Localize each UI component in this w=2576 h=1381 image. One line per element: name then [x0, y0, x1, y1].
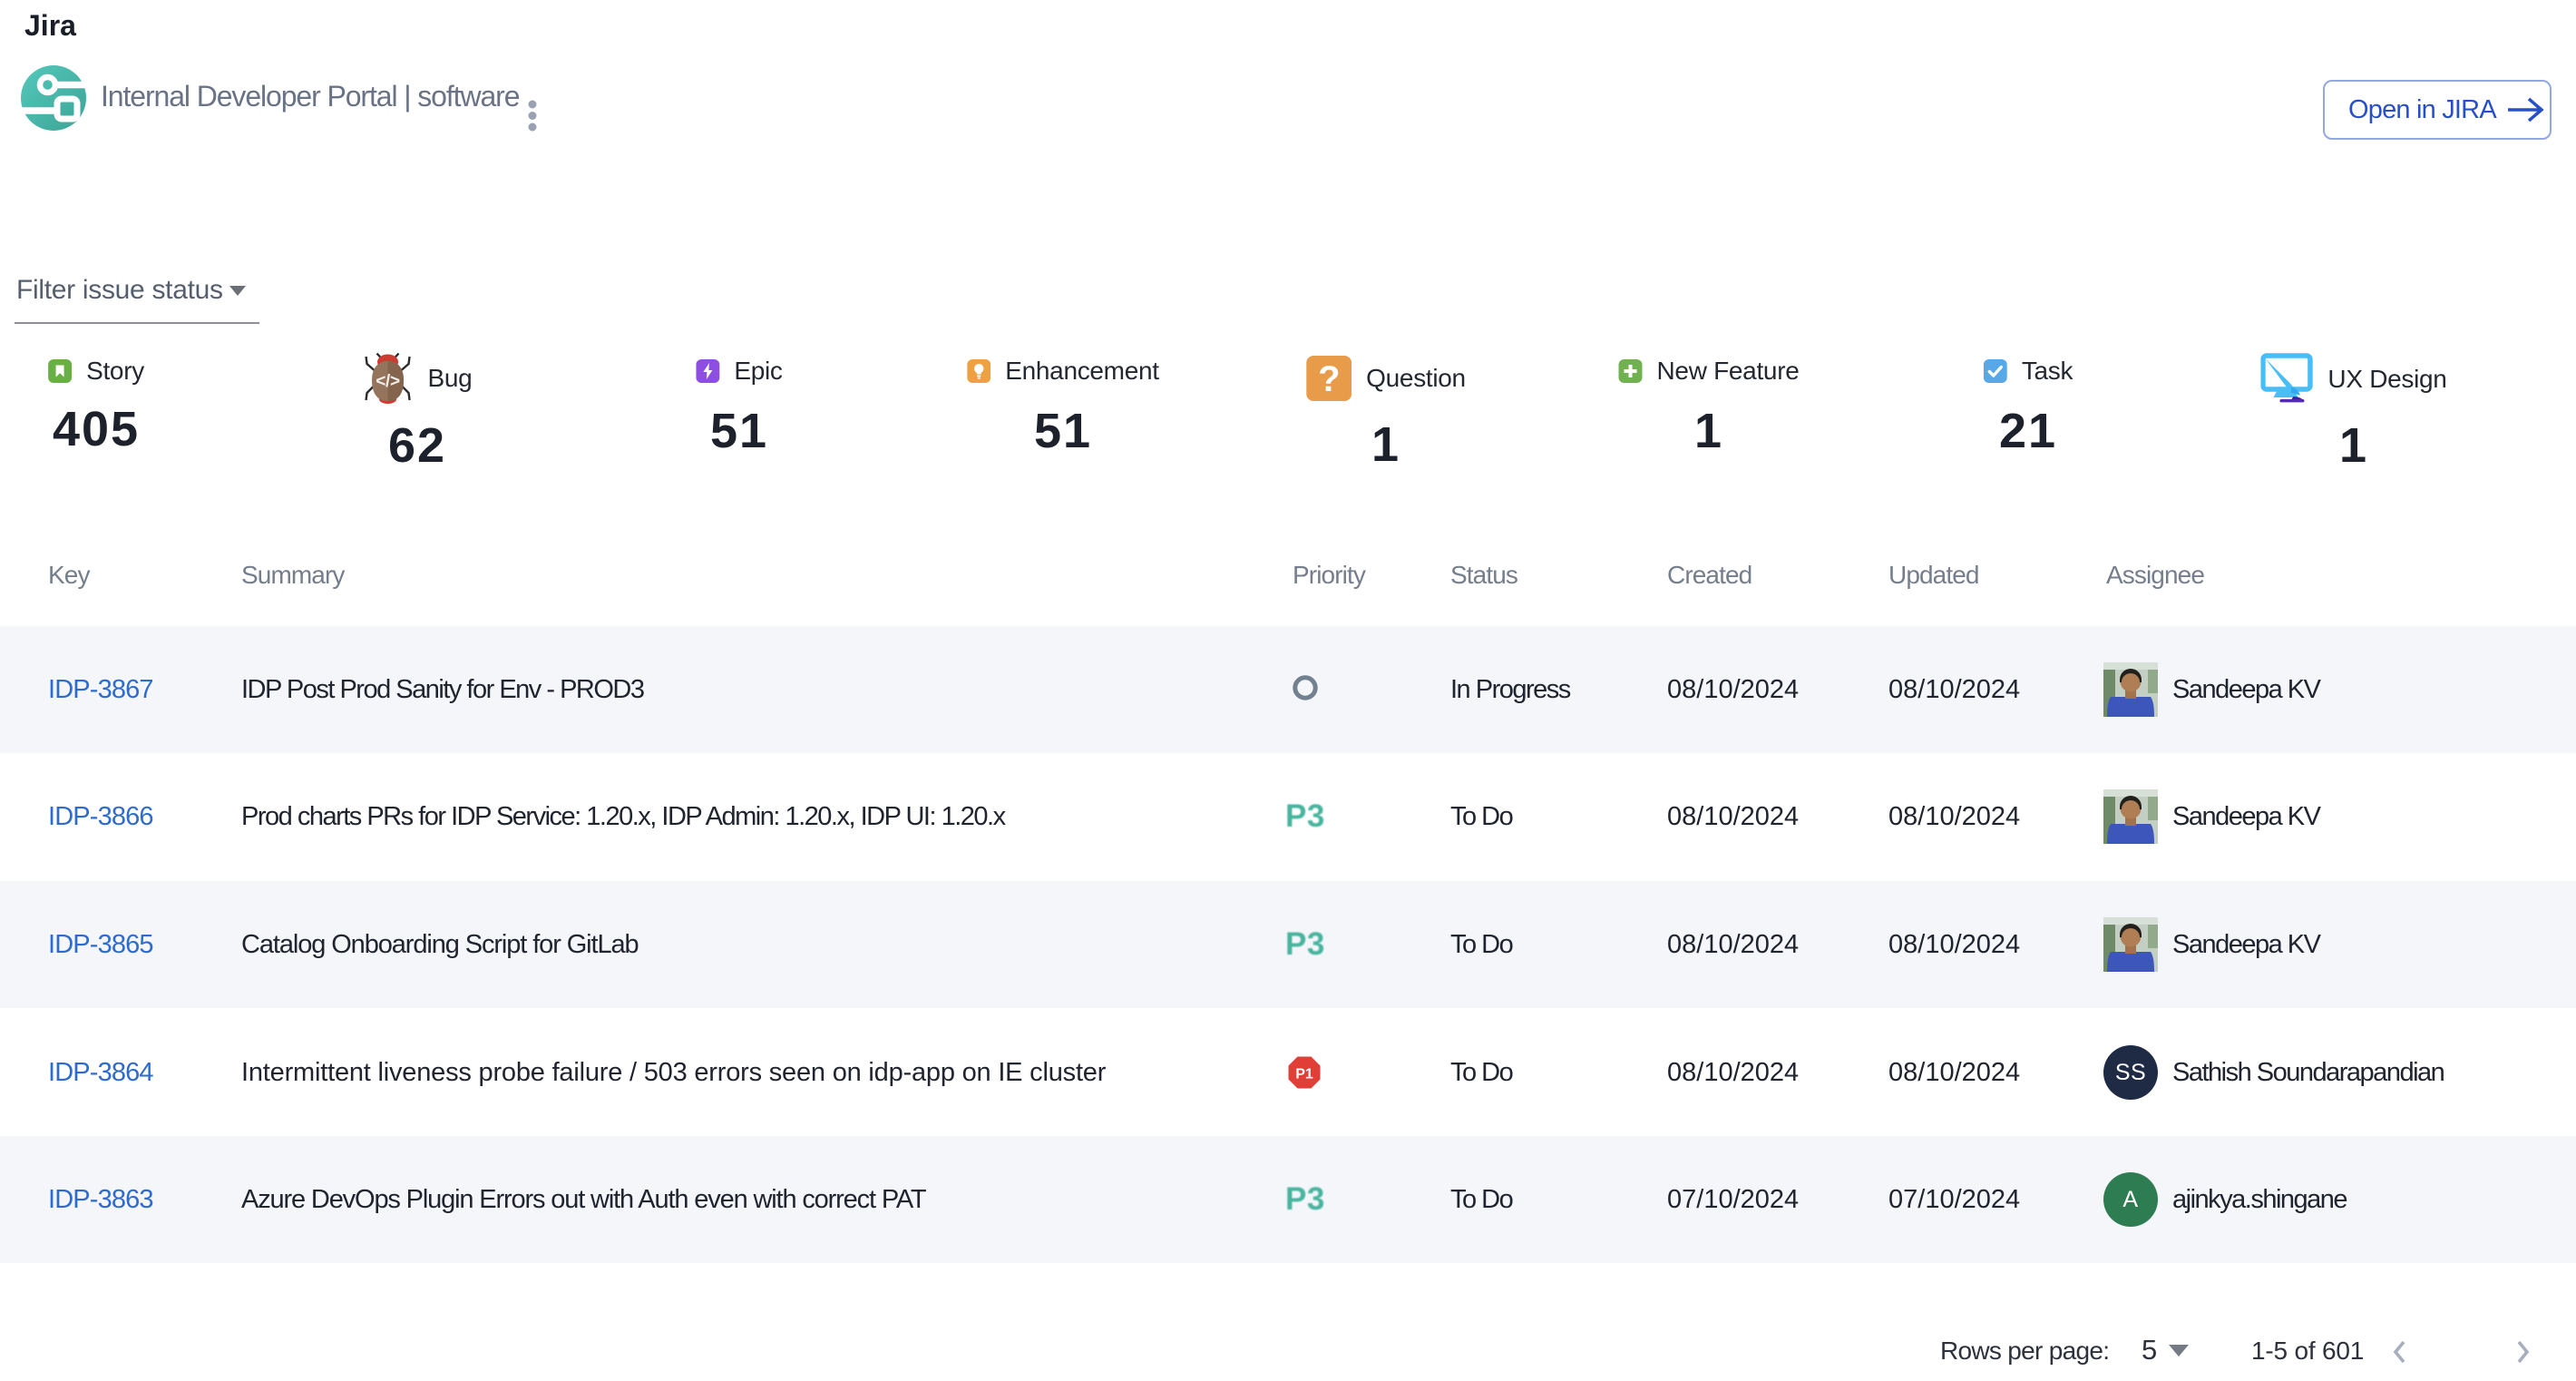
- svg-text:?: ?: [1318, 359, 1340, 399]
- svg-text:P1: P1: [1295, 1067, 1313, 1082]
- svg-text:</>: </>: [376, 372, 400, 391]
